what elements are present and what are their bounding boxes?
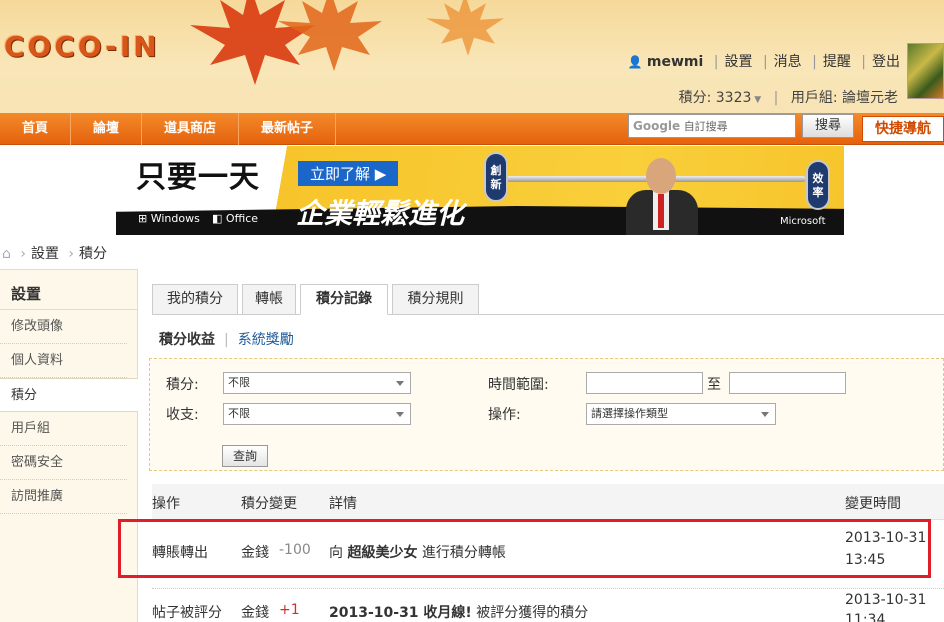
maple-leaf-decoration: [278, 0, 382, 71]
time-start-input[interactable]: [586, 372, 703, 394]
points-filter-select[interactable]: 不限: [223, 372, 411, 394]
windows-icon: ⊞: [138, 212, 148, 225]
points-bar: 積分: 3323 ▼ | 用戶組: 論壇元老: [678, 90, 898, 106]
windows-logo: ⊞ Windows: [138, 212, 200, 225]
chevron-down-icon: [396, 381, 404, 386]
badge-efficiency: 效率: [806, 160, 830, 210]
subtab-bar: 積分收益 | 系統獎勵: [159, 332, 294, 348]
flow-filter-label: 收支:: [166, 407, 199, 423]
nav-item-home[interactable]: 首頁: [0, 113, 72, 145]
sidebar-title: 設置: [0, 270, 137, 310]
office-icon: ◧: [212, 212, 223, 225]
sidebar-item-usergroup[interactable]: 用戶組: [0, 412, 127, 446]
tab-bar: 我的積分 轉帳 積分記錄 積分規則: [152, 284, 944, 315]
sidebar-item-profile[interactable]: 個人資料: [0, 344, 127, 378]
time-end-input[interactable]: [729, 372, 846, 394]
row-time: 11:34: [845, 612, 886, 622]
thread-link[interactable]: 2013-10-31 收月線!: [329, 605, 472, 621]
home-icon[interactable]: ⌂: [2, 246, 11, 262]
sidebar-item-promotion[interactable]: 訪問推廣: [0, 480, 127, 514]
banner-slogan: 企業輕鬆進化: [296, 197, 465, 230]
usergroup-label[interactable]: 用戶組: 論壇元老: [791, 90, 898, 106]
user-icon: 👤: [627, 55, 643, 69]
tab-transfer[interactable]: 轉帳: [242, 284, 296, 315]
row-date: 2013-10-31: [845, 592, 927, 608]
search-input[interactable]: Google 自訂搜尋: [628, 114, 796, 138]
banner-headline: 只要一天: [136, 160, 260, 195]
row-detail: 2013-10-31 收月線! 被評分獲得的積分: [329, 605, 589, 621]
site-logo[interactable]: COCO-IN: [4, 30, 160, 63]
points-link[interactable]: 積分: 3323: [679, 90, 752, 106]
sidebar-item-avatar[interactable]: 修改頭像: [0, 310, 127, 344]
query-button[interactable]: 查詢: [222, 445, 268, 467]
chevron-down-icon[interactable]: ▼: [751, 95, 761, 105]
subtab-income[interactable]: 積分收益: [159, 332, 215, 348]
messages-link[interactable]: 消息: [774, 54, 802, 70]
office-logo: ◧ Office: [212, 212, 259, 225]
nav-item-shop[interactable]: 道具商店: [142, 113, 240, 145]
notifications-link[interactable]: 提醒: [823, 54, 851, 70]
maple-leaf-decoration: [426, 0, 504, 56]
nav-item-latest[interactable]: 最新帖子: [239, 113, 337, 145]
points-filter-label: 積分:: [166, 377, 199, 393]
username-link[interactable]: mewmi: [647, 54, 703, 70]
table-header: 操作 積分變更 詳情 變更時間: [152, 484, 944, 520]
subtab-system-rewards[interactable]: 系統獎勵: [238, 332, 294, 348]
chevron-down-icon: [396, 412, 404, 417]
filter-panel: 積分: 不限 收支: 不限 時間範圍: 至 操作: 請選擇操作類型 查詢: [149, 358, 944, 471]
microsoft-logo: Microsoft: [780, 216, 826, 227]
col-detail: 詳情: [329, 496, 357, 512]
avatar[interactable]: [907, 43, 944, 99]
chevron-down-icon: [761, 412, 769, 417]
operation-select[interactable]: 請選擇操作類型: [586, 403, 776, 425]
site-header: COCO-IN 👤 mewmi | 設置 | 消息 | 提醒 | 登出 積分: 3323…: [0, 0, 944, 113]
search-button[interactable]: 搜尋: [802, 114, 854, 138]
nav-item-forum[interactable]: 論壇: [71, 113, 143, 145]
col-operation: 操作: [152, 496, 180, 512]
flow-filter-select[interactable]: 不限: [223, 403, 411, 425]
row-change: +1: [279, 602, 300, 618]
time-range-label: 時間範圍:: [488, 377, 549, 393]
sidebar-item-password[interactable]: 密碼安全: [0, 446, 127, 480]
banner-cta[interactable]: 立即了解 ▶: [298, 161, 399, 186]
breadcrumb-settings[interactable]: 設置: [31, 243, 59, 263]
businessman-image: [616, 156, 706, 235]
tab-points-rules[interactable]: 積分規則: [392, 284, 479, 315]
tab-points-log[interactable]: 積分記錄: [300, 284, 388, 315]
sidebar-item-points[interactable]: 積分: [0, 378, 138, 412]
logout-link[interactable]: 登出: [872, 54, 900, 70]
row-currency: 金錢: [241, 605, 269, 621]
settings-link[interactable]: 設置: [724, 54, 752, 70]
operation-label: 操作:: [488, 407, 521, 423]
user-bar: 👤 mewmi | 設置 | 消息 | 提醒 | 登出: [627, 54, 901, 70]
ad-banner[interactable]: 創新 效率 只要一天 立即了解 ▶ 企業輕鬆進化 ⊞ Windows ◧ Off…: [116, 146, 844, 235]
col-change: 積分變更: [241, 496, 297, 512]
table-row: 帖子被評分 金錢 +1 2013-10-31 收月線! 被評分獲得的積分 201…: [152, 592, 944, 622]
tab-my-points[interactable]: 我的積分: [152, 284, 238, 315]
quick-nav-button[interactable]: 快捷導航: [862, 116, 944, 142]
time-to-label: 至: [707, 377, 721, 393]
col-time: 變更時間: [845, 496, 901, 512]
breadcrumb: ⌂ › 設置 › 積分: [0, 243, 107, 263]
badge-innovate: 創新: [484, 152, 508, 202]
highlight-box: [118, 519, 931, 578]
row-operation: 帖子被評分: [152, 605, 222, 621]
google-logo: Google: [633, 119, 681, 133]
breadcrumb-points: 積分: [79, 246, 108, 262]
